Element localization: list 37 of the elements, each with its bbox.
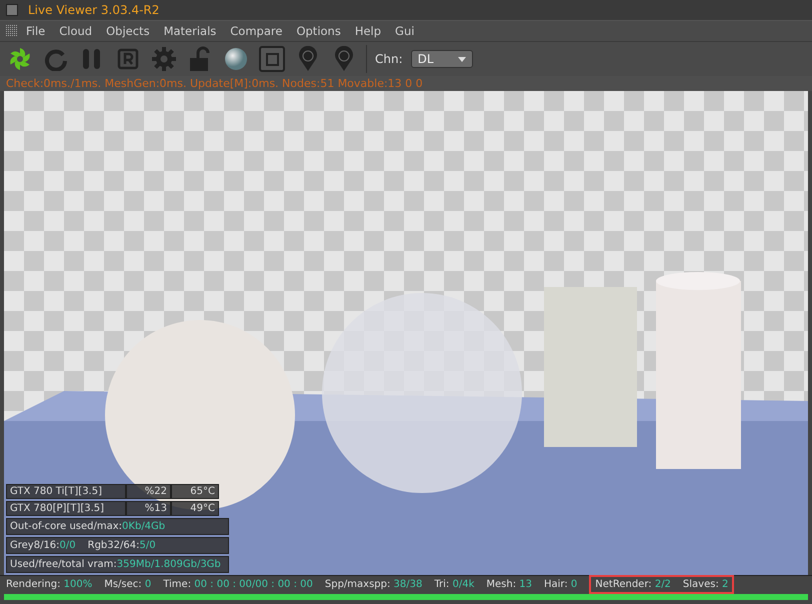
timing-info-text: Check:0ms./1ms. MeshGen:0ms. Update[M]:0ms. Nodes:51 Movable:13 0 0 xyxy=(6,77,423,90)
channel-label: Chn: xyxy=(375,52,403,66)
status-item: NetRender: 2/2 xyxy=(595,579,671,590)
status-item: Spp/maxspp: 38/38 xyxy=(324,579,422,590)
status-item: Mesh: 13 xyxy=(486,579,532,590)
window-title: Live Viewer 3.03.4-R2 xyxy=(28,3,160,17)
settings-icon[interactable] xyxy=(150,45,178,73)
gpu-temperature: 49°C xyxy=(171,501,219,516)
channel-dropdown[interactable]: DL xyxy=(410,50,473,68)
menu-item[interactable]: Help xyxy=(348,24,388,38)
menu-item[interactable]: File xyxy=(20,24,52,38)
menu-item[interactable]: Options xyxy=(290,24,347,38)
grip-icon xyxy=(6,25,18,37)
gpu-name: GTX 780 Ti[T][3.5] xyxy=(6,484,126,499)
window-icon[interactable] xyxy=(6,4,18,16)
status-item: Time: 00 : 00 : 00/00 : 00 : 00 xyxy=(163,579,313,590)
stat-item: Used/free/total vram:359Mb/1.809Gb/3Gb xyxy=(10,559,221,570)
caret-icon xyxy=(458,56,466,62)
menu-item[interactable]: Materials xyxy=(158,24,222,38)
gpu-load: %13 xyxy=(126,501,171,516)
menu-item[interactable]: Cloud xyxy=(53,24,98,38)
stat-item: Rgb32/64:5/0 xyxy=(88,540,156,551)
region-icon[interactable] xyxy=(258,45,286,73)
status-item: Hair: 0 xyxy=(544,579,578,590)
menu-item[interactable]: Compare xyxy=(224,24,288,38)
status-item: Ms/sec: 0 xyxy=(104,579,152,590)
gpu-load: %22 xyxy=(126,484,171,499)
gpu-temperature: 65°C xyxy=(171,484,219,499)
menu-item[interactable]: Gui xyxy=(389,24,420,38)
stat-item: Grey8/16:0/0 xyxy=(10,540,76,551)
stat-item: Out-of-core used/max:0Kb/4Gb xyxy=(10,521,166,532)
menu-item[interactable]: Objects xyxy=(100,24,156,38)
gpu-name: GTX 780[P][T][3.5] xyxy=(6,501,126,516)
status-item: Rendering: 100% xyxy=(6,579,92,590)
status-item: Tri: 0/4k xyxy=(434,579,474,590)
status-item: Slaves: 2 xyxy=(682,579,728,590)
sphere-icon[interactable] xyxy=(222,45,250,73)
